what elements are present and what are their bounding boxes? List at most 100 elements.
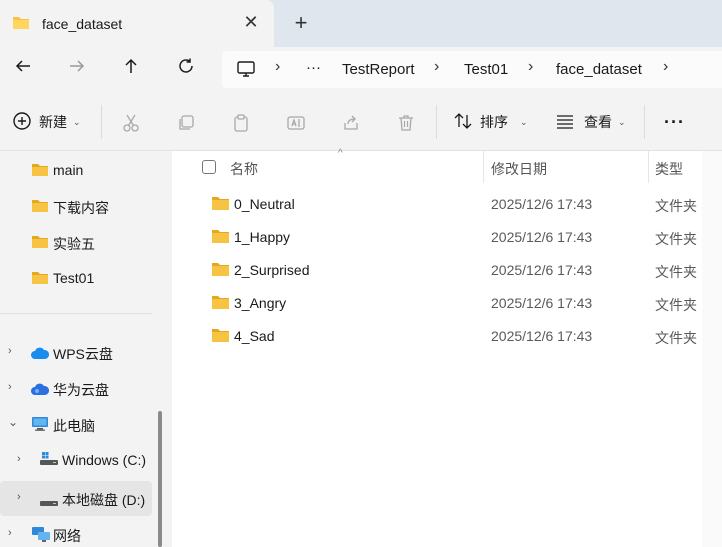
sidebar-item-this-pc[interactable]: ⌄ 此电脑 [0, 407, 152, 441]
chevron-right-icon[interactable]: › [275, 58, 280, 76]
chevron-down-icon[interactable]: ⌄ [8, 415, 18, 429]
content-edge [702, 151, 722, 547]
file-name: 0_Neutral [234, 196, 295, 212]
sidebar-item-label: 实验五 [53, 236, 95, 252]
folder-icon [32, 163, 48, 179]
file-date: 2025/12/6 17:43 [491, 262, 593, 278]
sidebar-item-label: Windows (C:) [62, 452, 147, 468]
file-type: 文件夹 [655, 231, 697, 247]
breadcrumb-item[interactable]: face_dataset [556, 61, 642, 78]
view-button[interactable]: 查看 ⌄ [555, 93, 626, 151]
new-tab-button[interactable]: + [289, 11, 313, 35]
chevron-down-icon: ⌄ [618, 116, 626, 127]
chevron-down-icon: ⌄ [520, 116, 528, 127]
copy-icon[interactable] [176, 113, 196, 136]
column-divider[interactable] [483, 151, 484, 183]
sort-label: 排序 [480, 114, 508, 130]
delete-icon[interactable] [396, 113, 416, 136]
sidebar-item-drive-c[interactable]: › Windows (C:) [0, 443, 152, 477]
file-name: 3_Angry [234, 295, 287, 311]
chevron-right-icon[interactable]: › [528, 58, 533, 76]
drive-icon [40, 452, 58, 469]
sidebar-item-wps-cloud[interactable]: › WPS云盘 [0, 335, 152, 369]
sidebar-item-lab5[interactable]: 实验五 [0, 225, 152, 259]
file-name: 4_Sad [234, 328, 275, 344]
forward-arrow-icon[interactable] [63, 56, 91, 84]
tab-face-dataset[interactable]: face_dataset ✕ [0, 0, 274, 47]
sidebar-scrollbar[interactable] [158, 411, 162, 547]
folder-icon [32, 199, 48, 215]
sidebar-item-main[interactable]: main [0, 153, 152, 187]
plus-circle-icon [12, 111, 32, 134]
refresh-icon[interactable] [172, 56, 200, 84]
more-options-icon[interactable]: ··· [664, 93, 685, 151]
view-list-icon [555, 111, 575, 134]
paste-icon[interactable] [231, 113, 251, 136]
sidebar-item-label: 华为云盘 [53, 382, 109, 398]
table-row[interactable]: 1_Happy 2025/12/6 17:43 文件夹 [172, 221, 702, 254]
chevron-right-icon[interactable]: › [8, 345, 12, 357]
file-date: 2025/12/6 17:43 [491, 295, 593, 311]
table-row[interactable]: 2_Surprised 2025/12/6 17:43 文件夹 [172, 254, 702, 287]
sidebar-item-label: main [53, 162, 84, 178]
table-row[interactable]: 4_Sad 2025/12/6 17:43 文件夹 [172, 320, 702, 353]
breadcrumb-item[interactable]: TestReport [342, 61, 415, 78]
file-date: 2025/12/6 17:43 [491, 229, 593, 245]
select-all-checkbox[interactable] [202, 160, 216, 174]
new-button[interactable]: 新建 ⌄ [12, 93, 81, 151]
sidebar-item-drive-d[interactable]: › 本地磁盘 (D:) [0, 481, 152, 516]
divider [644, 105, 645, 139]
chevron-right-icon[interactable]: › [17, 491, 21, 503]
folder-icon [212, 229, 229, 246]
new-label: 新建 [39, 114, 67, 130]
share-icon[interactable] [341, 113, 361, 136]
sidebar-item-huawei-cloud[interactable]: › 华为云盘 [0, 371, 152, 405]
command-bar: 新建 ⌄ 排序 ⌄ 查看 ⌄ ··· [0, 93, 722, 151]
divider [436, 105, 437, 139]
rename-icon[interactable] [286, 113, 306, 136]
divider [0, 313, 152, 314]
sidebar-item-label: 此电脑 [53, 418, 95, 434]
up-arrow-icon[interactable] [117, 56, 145, 84]
folder-icon [32, 235, 48, 251]
file-name: 2_Surprised [234, 262, 310, 278]
chevron-right-icon[interactable]: › [8, 381, 12, 393]
table-row[interactable]: 0_Neutral 2025/12/6 17:43 文件夹 [172, 188, 702, 221]
sidebar-item-downloads[interactable]: 下载内容 [0, 189, 152, 223]
table-row[interactable]: 3_Angry 2025/12/6 17:43 文件夹 [172, 287, 702, 320]
column-header-name[interactable]: 名称 [230, 159, 258, 191]
this-pc-icon[interactable] [236, 60, 256, 81]
address-bar[interactable]: › ··· TestReport › Test01 › face_dataset… [222, 51, 722, 88]
column-header-type[interactable]: 类型 [655, 159, 683, 191]
sidebar-item-label: WPS云盘 [53, 346, 113, 362]
sidebar-item-label: 网络 [53, 528, 81, 544]
sidebar-item-label: Test01 [53, 270, 95, 286]
close-icon[interactable]: ✕ [240, 11, 262, 33]
file-date: 2025/12/6 17:43 [491, 196, 593, 212]
sidebar-item-label: 本地磁盘 (D:) [62, 492, 146, 508]
folder-icon [32, 271, 48, 287]
sort-button[interactable]: 排序 ⌄ [453, 93, 528, 151]
file-type: 文件夹 [655, 264, 697, 280]
monitor-icon [31, 416, 49, 435]
sidebar-item-network[interactable]: › 网络 [0, 517, 152, 547]
chevron-right-icon[interactable]: › [434, 58, 439, 76]
chevron-right-icon[interactable]: › [8, 527, 12, 539]
column-divider[interactable] [648, 151, 649, 183]
cut-icon[interactable] [121, 113, 141, 136]
breadcrumb-item[interactable]: Test01 [464, 61, 508, 78]
network-icon [31, 526, 51, 546]
drive-icon [40, 495, 58, 511]
folder-icon [212, 328, 229, 345]
cloud-icon [31, 346, 50, 362]
file-type: 文件夹 [655, 330, 697, 346]
folder-icon [12, 15, 30, 33]
column-header-date[interactable]: 修改日期 [491, 159, 547, 191]
chevron-right-icon[interactable]: › [663, 58, 668, 76]
back-arrow-icon[interactable] [9, 56, 37, 84]
navigation-pane: main 下载内容 实验五 Test01 › WPS云盘 › 华为云盘 ⌄ 此电… [0, 151, 170, 547]
sidebar-item-test01[interactable]: Test01 [0, 261, 152, 295]
breadcrumb-more[interactable]: ··· [306, 59, 321, 76]
file-type: 文件夹 [655, 297, 697, 313]
chevron-right-icon[interactable]: › [17, 453, 21, 465]
